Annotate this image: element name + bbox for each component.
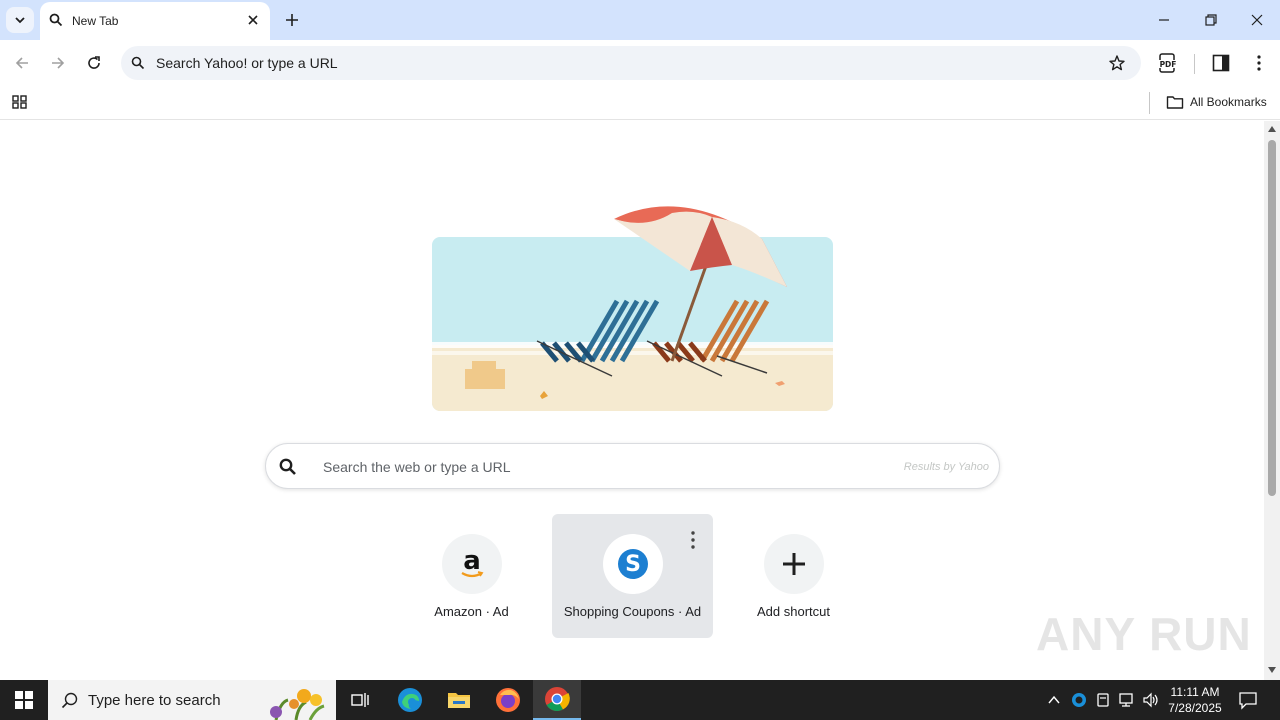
plus-icon (783, 553, 805, 575)
close-icon[interactable] (246, 13, 260, 27)
notifications-icon[interactable] (1238, 690, 1258, 710)
clock-date: 7/28/2025 (1168, 701, 1222, 715)
toolbar-divider (1194, 54, 1195, 74)
svg-text:PDF: PDF (1160, 60, 1177, 69)
folder-icon (1166, 96, 1184, 109)
amazon-icon: a (442, 534, 502, 594)
tab-title: New Tab (72, 14, 119, 28)
page-search-box[interactable]: Search the web or type a URL Results by … (265, 443, 1000, 489)
shortcut-amazon[interactable]: a Amazon · Ad (391, 514, 552, 638)
windows-taskbar: Type here to search 11:11 AM 7/28/2025 (0, 680, 1280, 720)
plus-icon[interactable] (282, 10, 302, 30)
folder-icon (448, 693, 470, 708)
search-icon (279, 458, 296, 475)
taskbar-search-placeholder: Type here to search (88, 692, 221, 709)
shortcut-shopping-coupons[interactable]: S Shopping Coupons · Ad (552, 514, 713, 638)
new-tab-page: Search the web or type a URL Results by … (0, 121, 1264, 680)
pdf-extension-icon[interactable]: PDF (1157, 52, 1179, 74)
bookmarks-divider (1149, 92, 1150, 114)
task-view-icon (351, 693, 369, 707)
taskbar-edge[interactable] (386, 680, 434, 720)
tab-strip: New Tab (0, 0, 1280, 40)
shortcut-add[interactable]: Add shortcut (713, 514, 874, 638)
restore-icon[interactable] (1203, 12, 1219, 28)
bookmarks-bar: All Bookmarks (0, 86, 1280, 120)
all-bookmarks-label: All Bookmarks (1190, 95, 1267, 109)
page-scrollbar[interactable] (1264, 121, 1280, 680)
apps-grid-icon[interactable] (11, 93, 29, 111)
taskbar-firefox[interactable] (484, 680, 532, 720)
firefox-icon (496, 688, 520, 712)
star-icon[interactable] (1108, 54, 1126, 72)
amazon-smile-icon (461, 571, 484, 578)
scroll-down-icon[interactable] (1268, 667, 1276, 673)
address-bar[interactable]: Search Yahoo! or type a URL (121, 46, 1141, 80)
coupons-icon: S (603, 534, 663, 594)
kebab-menu-icon[interactable] (1250, 54, 1268, 72)
anyrun-watermark: ANY RUN (1036, 608, 1252, 660)
side-panel-icon[interactable] (1212, 54, 1230, 72)
reload-icon[interactable] (85, 54, 103, 72)
volume-icon[interactable] (1142, 692, 1160, 708)
tray-app-icon[interactable] (1071, 692, 1087, 708)
search-icon (131, 56, 145, 70)
window-close-icon[interactable] (1249, 12, 1265, 28)
shortcut-label: Shopping Coupons · Ad (563, 604, 702, 619)
chrome-icon (545, 687, 570, 712)
device-icon[interactable] (1095, 692, 1111, 708)
task-view-button[interactable] (336, 680, 384, 720)
toolbar: Search Yahoo! or type a URL PDF (0, 40, 1280, 86)
add-shortcut-icon (764, 534, 824, 594)
windows-logo-icon (15, 691, 33, 709)
all-bookmarks-button[interactable]: All Bookmarks (1166, 92, 1267, 112)
coupons-logo: S (618, 549, 648, 579)
taskbar-clock[interactable]: 11:11 AM 7/28/2025 (1160, 684, 1230, 716)
results-by-yahoo: Results by Yahoo (903, 461, 989, 473)
tab-search-button[interactable] (6, 7, 34, 33)
shortcut-label: Amazon · Ad (434, 604, 509, 619)
chevron-up-icon[interactable] (1047, 693, 1061, 707)
page-search-placeholder: Search the web or type a URL (323, 459, 511, 475)
tab-new-tab[interactable]: New Tab (40, 2, 270, 40)
address-bar-placeholder: Search Yahoo! or type a URL (156, 55, 338, 71)
more-options-icon[interactable] (685, 530, 701, 550)
edge-icon (398, 688, 422, 712)
network-icon[interactable] (1118, 692, 1136, 708)
minimize-icon[interactable] (1156, 12, 1172, 28)
clock-time: 11:11 AM (1170, 685, 1220, 699)
shortcut-label: Add shortcut (757, 604, 830, 619)
start-button[interactable] (0, 680, 48, 720)
forward-icon[interactable] (49, 54, 67, 72)
taskbar-chrome[interactable] (533, 680, 581, 720)
search-icon (49, 13, 63, 27)
back-icon[interactable] (13, 54, 31, 72)
search-icon (61, 692, 78, 709)
scroll-thumb[interactable] (1268, 140, 1276, 496)
scroll-up-icon[interactable] (1268, 126, 1276, 132)
chevron-down-icon (15, 17, 25, 24)
flowers-decoration-icon (270, 689, 325, 720)
coupons-glyph: S (625, 551, 641, 577)
taskbar-search-box[interactable]: Type here to search (48, 680, 336, 720)
beach-illustration (432, 206, 833, 411)
taskbar-file-explorer[interactable] (435, 680, 483, 720)
